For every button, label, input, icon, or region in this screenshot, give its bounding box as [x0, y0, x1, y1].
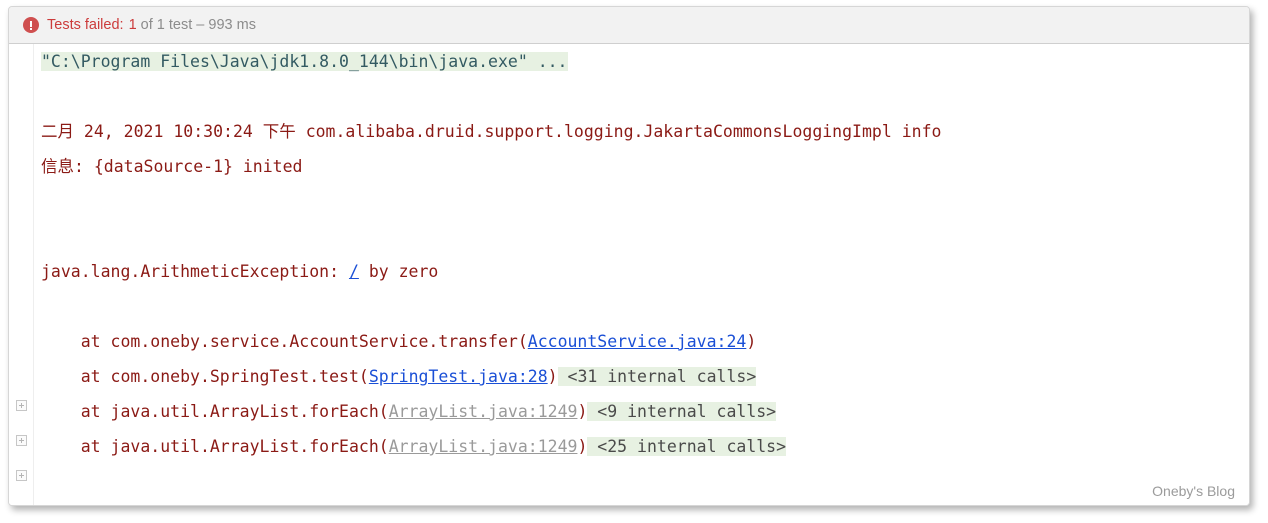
- stack-frame-prefix: at com.oneby.SpringTest.test(: [41, 367, 369, 386]
- log-line-druid-header: 二月 24, 2021 10:30:24 下午 com.alibaba.drui…: [41, 114, 1249, 149]
- stack-frame-suffix: ): [746, 332, 757, 351]
- log-line-blank-1: [41, 79, 1249, 114]
- internal-calls-badge[interactable]: <25 internal calls>: [587, 437, 787, 456]
- error-circle-icon: [23, 17, 39, 33]
- stack-frame-row: at com.oneby.SpringTest.test(SpringTest.…: [41, 359, 1249, 394]
- stack-frame-prefix: at java.util.ArrayList.forEach(: [41, 437, 389, 456]
- log-message-text: 信息: {dataSource-1} inited: [41, 157, 303, 176]
- fold-gutter: [9, 44, 34, 505]
- internal-calls-badge[interactable]: <9 internal calls>: [587, 402, 777, 421]
- log-logger-name: com.alibaba.druid.support.logging.Jakart…: [305, 122, 942, 141]
- log-line-command: "C:\Program Files\Java\jdk1.8.0_144\bin\…: [41, 44, 1249, 79]
- stack-frame-suffix: ): [547, 367, 558, 386]
- failed-count: 1: [128, 17, 137, 33]
- test-summary-text: of 1 test – 993 ms: [136, 17, 256, 33]
- log-line-blank-4: [41, 289, 1249, 324]
- log-line-druid-message: 信息: {dataSource-1} inited: [41, 149, 1249, 184]
- exception-message-text: by zero: [358, 262, 439, 281]
- log-line-blank-2: [41, 184, 1249, 219]
- exception-type-text: java.lang.ArithmeticException:: [41, 262, 349, 281]
- log-line-list: "C:\Program Files\Java\jdk1.8.0_144\bin\…: [33, 44, 1249, 505]
- log-line-exception: java.lang.ArithmeticException: / by zero: [41, 254, 1249, 289]
- fold-toggle-frame-3[interactable]: [16, 435, 27, 446]
- stack-frame-row: at java.util.ArrayList.forEach(ArrayList…: [41, 394, 1249, 429]
- test-output-console-window: Tests failed: 1 of 1 test – 993 ms "C:\P…: [8, 6, 1250, 506]
- stack-frame-source-link[interactable]: SpringTest.java:28: [369, 367, 548, 386]
- java-command-text: "C:\Program Files\Java\jdk1.8.0_144\bin\…: [41, 52, 568, 71]
- stack-frame-library-link[interactable]: ArrayList.java:1249: [389, 402, 578, 421]
- stack-frame-prefix: at com.oneby.service.AccountService.tran…: [41, 332, 528, 351]
- blog-watermark: Oneby's Blog: [1152, 483, 1235, 499]
- stack-frame-suffix: ): [577, 402, 588, 421]
- stack-frame-source-link[interactable]: AccountService.java:24: [528, 332, 747, 351]
- internal-calls-badge[interactable]: <31 internal calls>: [557, 367, 757, 386]
- stack-frame-suffix: ): [577, 437, 588, 456]
- stack-frame-row: at java.util.ArrayList.forEach(ArrayList…: [41, 429, 1249, 464]
- stack-frame-prefix: at java.util.ArrayList.forEach(: [41, 402, 389, 421]
- fold-toggle-frame-2[interactable]: [16, 400, 27, 411]
- log-timestamp: 二月 24, 2021 10:30:24 下午: [41, 122, 306, 141]
- test-status-header: Tests failed: 1 of 1 test – 993 ms: [9, 7, 1249, 44]
- log-line-blank-3: [41, 219, 1249, 254]
- exception-divide-link[interactable]: /: [349, 262, 359, 281]
- stack-frame-row: at com.oneby.service.AccountService.tran…: [41, 324, 1249, 359]
- fold-toggle-frame-4[interactable]: [16, 470, 27, 481]
- console-output-area[interactable]: "C:\Program Files\Java\jdk1.8.0_144\bin\…: [9, 44, 1249, 505]
- stack-frame-library-link[interactable]: ArrayList.java:1249: [389, 437, 578, 456]
- tests-failed-label: Tests failed:: [47, 17, 124, 33]
